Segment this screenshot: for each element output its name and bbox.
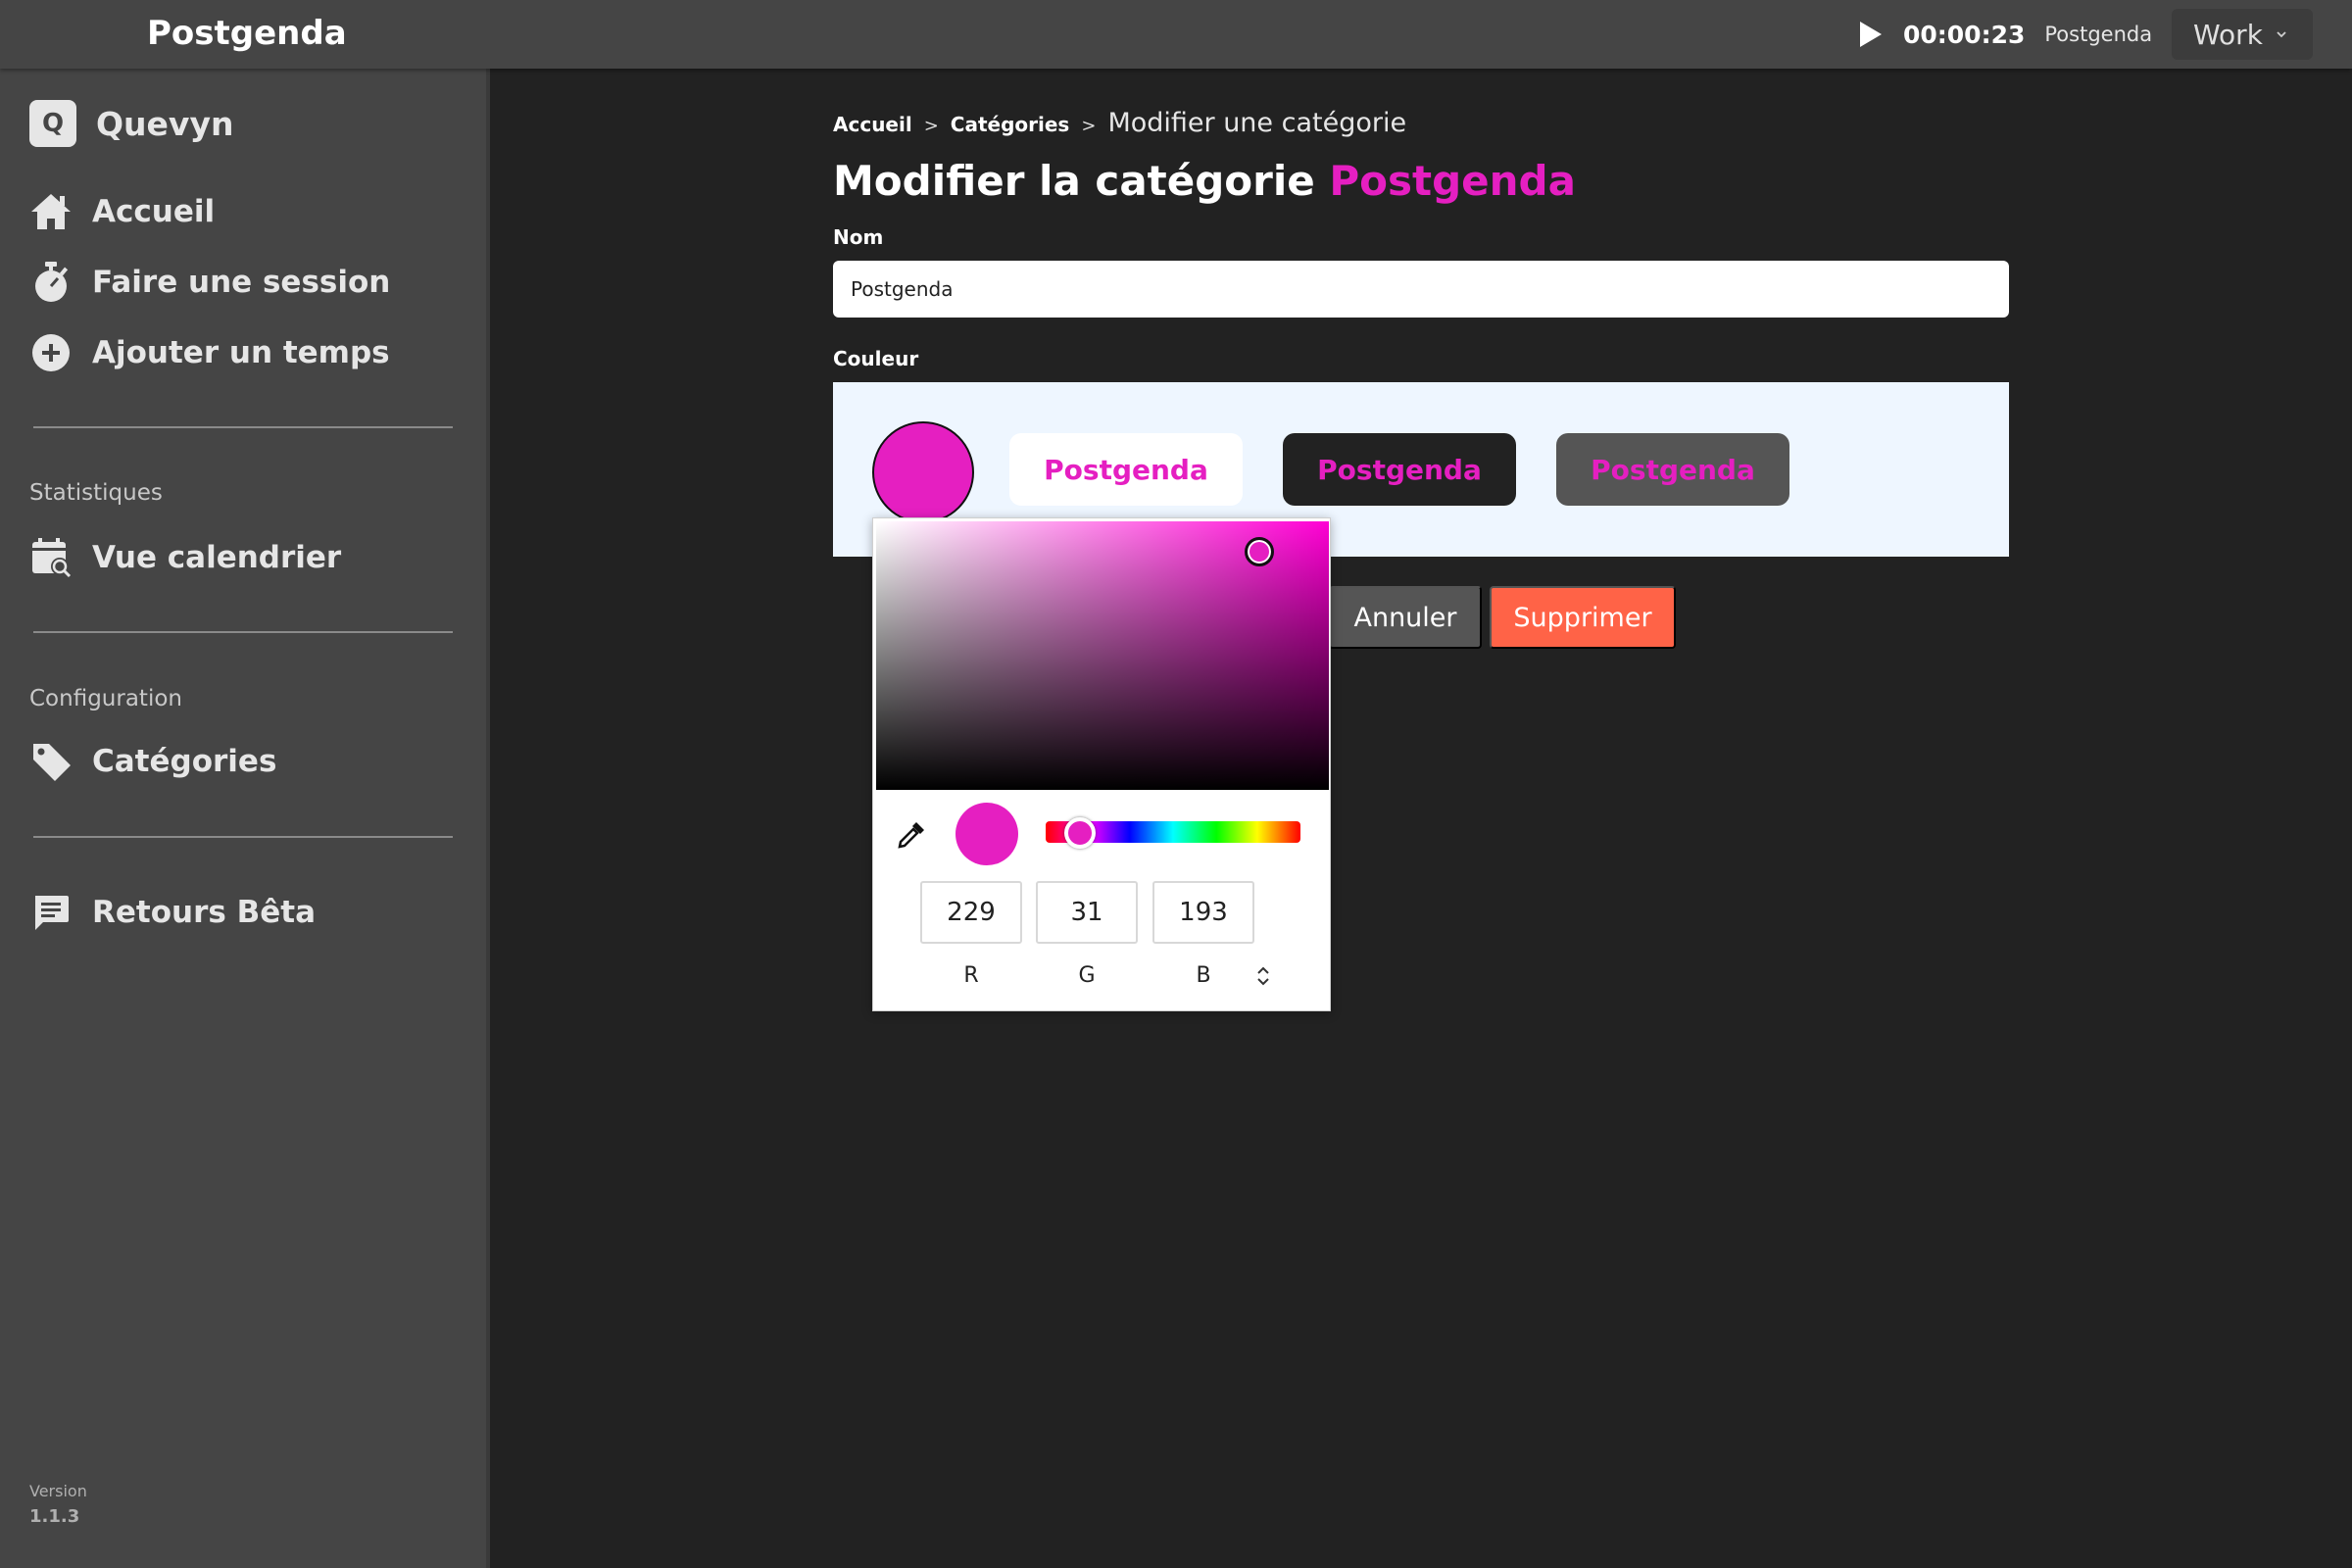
chevron-up-down-icon[interactable] <box>1250 961 1277 991</box>
page-title-name: Postgenda <box>1329 157 1576 205</box>
section-label-config: Configuration <box>29 686 182 711</box>
sidebar-divider <box>33 426 453 428</box>
sidebar-item-label: Ajouter un temps <box>92 335 390 370</box>
page-title-prefix: Modifier la catégorie <box>833 157 1315 205</box>
sidebar-item-add-time[interactable]: Ajouter un temps <box>29 327 390 378</box>
sidebar-divider <box>33 631 453 633</box>
breadcrumb-current: Modifier une catégorie <box>1107 108 1407 138</box>
red-input[interactable] <box>920 881 1022 944</box>
picker-color-preview <box>956 803 1018 865</box>
saturation-handle[interactable] <box>1245 537 1274 566</box>
page-title: Modifier la catégorie Postgenda <box>833 157 1576 205</box>
timer-category: Postgenda <box>2044 23 2153 46</box>
org-header: Q Quevyn <box>29 100 233 147</box>
sidebar: Q Quevyn Accueil Faire une session Ajout… <box>0 69 486 1568</box>
workspace-label: Work <box>2193 18 2263 51</box>
sidebar-item-calendar[interactable]: Vue calendrier <box>29 532 341 583</box>
sidebar-item-categories[interactable]: Catégories <box>29 736 276 787</box>
sidebar-item-home[interactable]: Accueil <box>29 186 215 237</box>
saturation-area[interactable] <box>876 521 1329 790</box>
tag-icon <box>29 740 73 783</box>
sidebar-item-label: Faire une session <box>92 265 391 300</box>
preview-gray: Postgenda <box>1556 433 1789 506</box>
top-bar: Postgenda 00:00:23 Postgenda Work <box>0 0 2352 69</box>
color-label: Couleur <box>833 347 919 370</box>
app-title: Postgenda <box>147 14 347 53</box>
delete-button[interactable]: Supprimer <box>1490 586 1676 649</box>
name-label: Nom <box>833 225 884 249</box>
red-label: R <box>963 963 979 988</box>
color-picker: R G B <box>872 517 1331 1011</box>
sidebar-item-session[interactable]: Faire une session <box>29 257 390 308</box>
sidebar-item-label: Catégories <box>92 744 277 779</box>
blue-input[interactable] <box>1152 881 1254 944</box>
breadcrumb-home[interactable]: Accueil <box>833 113 912 136</box>
preview-dark: Postgenda <box>1283 433 1516 506</box>
eyedropper-icon[interactable] <box>895 818 928 852</box>
timer-value: 00:00:23 <box>1903 20 2026 49</box>
sidebar-item-label: Retours Bêta <box>92 895 317 930</box>
green-label: G <box>1078 963 1096 988</box>
chat-icon <box>29 891 73 934</box>
breadcrumb-separator: > <box>1081 116 1097 136</box>
breadcrumb-categories[interactable]: Catégories <box>951 113 1070 136</box>
workspace-select[interactable]: Work <box>2172 9 2313 60</box>
org-name: Quevyn <box>96 104 234 143</box>
section-label-stats: Statistiques <box>29 480 163 506</box>
home-icon <box>29 190 73 233</box>
calendar-search-icon <box>29 536 73 579</box>
sidebar-edge <box>486 69 490 1568</box>
blue-label: B <box>1196 963 1211 988</box>
hue-handle[interactable] <box>1064 817 1096 849</box>
sidebar-item-feedback[interactable]: Retours Bêta <box>29 887 316 938</box>
version-value: 1.1.3 <box>29 1506 80 1527</box>
name-input[interactable] <box>833 261 2009 318</box>
stopwatch-icon <box>29 261 73 304</box>
breadcrumb-separator: > <box>923 116 939 136</box>
preview-light: Postgenda <box>1009 433 1243 506</box>
sidebar-divider <box>33 836 453 838</box>
sidebar-item-label: Accueil <box>92 194 216 229</box>
org-logo: Q <box>29 100 76 147</box>
sidebar-item-label: Vue calendrier <box>92 540 342 575</box>
color-swatch[interactable] <box>872 421 974 523</box>
version-label: Version <box>29 1482 87 1500</box>
play-icon[interactable] <box>1858 20 1884 49</box>
timer-group: 00:00:23 Postgenda <box>1858 18 2152 51</box>
plus-circle-icon <box>29 331 73 374</box>
breadcrumb: Accueil > Catégories > Modifier une caté… <box>833 108 1406 138</box>
green-input[interactable] <box>1036 881 1138 944</box>
cancel-button[interactable]: Annuler <box>1329 586 1482 649</box>
chevron-down-icon <box>2277 31 2286 38</box>
